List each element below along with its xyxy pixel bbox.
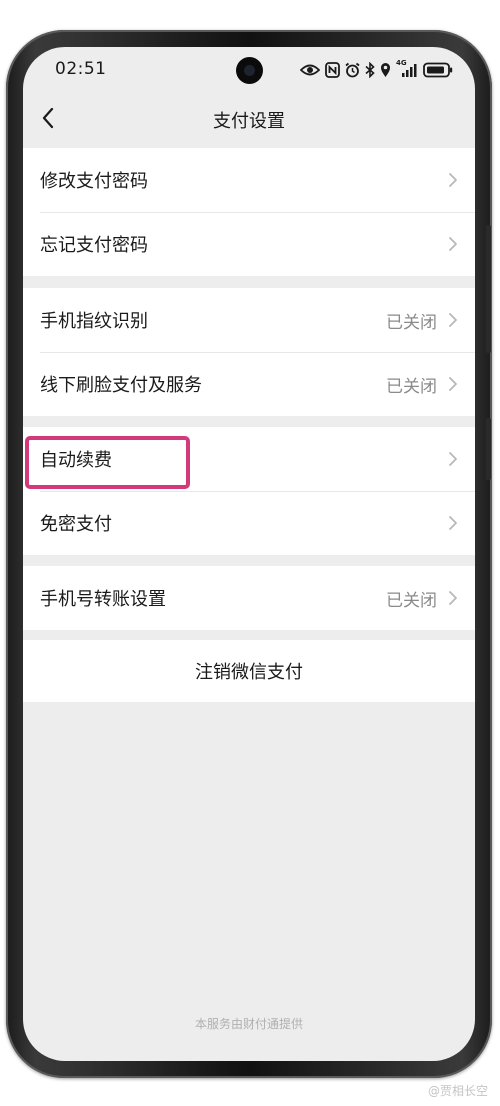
location-icon <box>380 62 391 78</box>
settings-item-label: 忘记支付密码 <box>40 235 148 256</box>
settings-group-biometric: 手机指纹识别 已关闭 线下刷脸支付及服务 已关闭 <box>23 288 475 416</box>
settings-item-status: 已关闭 <box>386 376 437 397</box>
eye-icon <box>300 63 320 77</box>
signal-icon: 4G <box>396 59 418 78</box>
settings-item-auto-renewal[interactable]: 自动续费 <box>23 427 475 491</box>
front-camera <box>236 57 263 84</box>
settings-item-face-payment[interactable]: 线下刷脸支付及服务 已关闭 <box>23 352 475 416</box>
settings-item-password-free-payment[interactable]: 免密支付 <box>23 491 475 555</box>
screenshot-canvas: 02:51 4G 支付设置 修改支付密码 忘记支付密码 手机指纹识别 已关闭 线… <box>0 0 500 1106</box>
alarm-icon <box>345 62 360 78</box>
settings-group-renewal: 自动续费 免密支付 <box>23 427 475 555</box>
settings-group-transfer: 手机号转账设置 已关闭 <box>23 566 475 630</box>
status-bar: 02:51 4G <box>23 47 475 95</box>
settings-item-phone-transfer[interactable]: 手机号转账设置 已关闭 <box>23 566 475 630</box>
status-time: 02:51 <box>55 59 107 79</box>
settings-item-label: 免密支付 <box>40 514 112 535</box>
battery-icon <box>423 62 453 78</box>
watermark: @贾相长空 <box>427 1084 488 1098</box>
deactivate-wechat-pay-button[interactable]: 注销微信支付 <box>23 640 475 702</box>
status-icons: 4G <box>300 59 453 80</box>
settings-item-label: 手机号转账设置 <box>40 589 166 610</box>
settings-item-label: 手机指纹识别 <box>40 311 148 332</box>
settings-item-status: 已关闭 <box>386 590 437 611</box>
settings-item-change-password[interactable]: 修改支付密码 <box>23 148 475 212</box>
phone-screen: 02:51 4G 支付设置 修改支付密码 忘记支付密码 手机指纹识别 已关闭 线… <box>23 47 475 1061</box>
settings-item-label: 线下刷脸支付及服务 <box>40 375 202 396</box>
chevron-right-icon <box>449 173 457 187</box>
settings-item-forgot-password[interactable]: 忘记支付密码 <box>23 212 475 276</box>
chevron-right-icon <box>449 237 457 251</box>
chevron-right-icon <box>449 591 457 605</box>
bluetooth-icon <box>365 62 375 78</box>
chevron-right-icon <box>449 516 457 530</box>
settings-item-status: 已关闭 <box>386 312 437 333</box>
nav-bar: 支付设置 <box>23 95 475 145</box>
chevron-right-icon <box>449 452 457 466</box>
settings-group-password: 修改支付密码 忘记支付密码 <box>23 148 475 276</box>
power-button <box>486 418 491 480</box>
page-title: 支付设置 <box>213 111 285 132</box>
volume-button <box>486 225 491 353</box>
settings-item-fingerprint[interactable]: 手机指纹识别 已关闭 <box>23 288 475 352</box>
service-provider-footer: 本服务由财付通提供 <box>194 1017 303 1031</box>
settings-item-label: 修改支付密码 <box>40 171 148 192</box>
settings-item-label: 自动续费 <box>40 450 112 471</box>
chevron-right-icon <box>449 377 457 391</box>
chevron-right-icon <box>449 313 457 327</box>
nfc-icon <box>325 62 340 78</box>
